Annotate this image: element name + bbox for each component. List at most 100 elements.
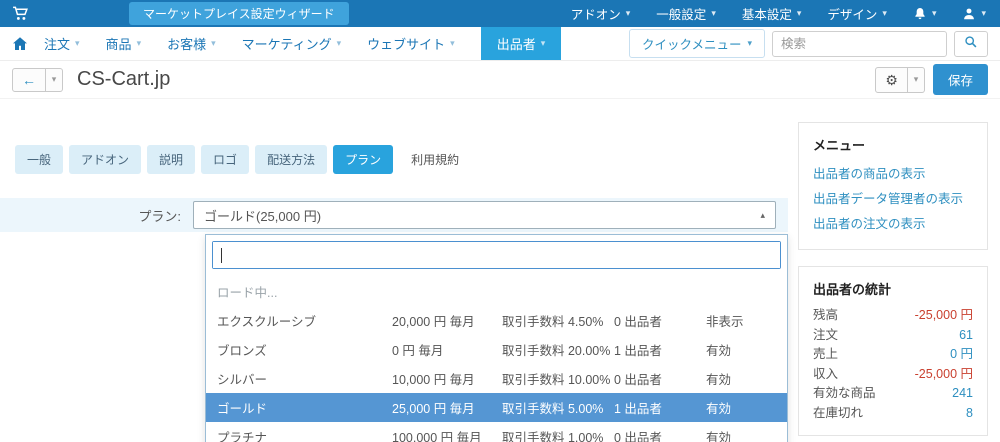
nav-vendors[interactable]: 出品者 ▾	[480, 27, 562, 60]
plan-status: 非表示	[706, 315, 744, 329]
chevron-down-icon: ▾	[136, 38, 142, 48]
quick-menu-label: クイックメニュー	[641, 38, 742, 52]
stat-label: 売上	[813, 347, 839, 361]
stat-value[interactable]: 61	[959, 326, 973, 346]
tab-terms[interactable]: 利用規約	[399, 145, 471, 174]
nav-orders[interactable]: 注文 ▾	[44, 27, 80, 60]
sidebar-stats-title: 出品者の統計	[813, 282, 892, 297]
tab-plan[interactable]: プラン	[333, 145, 394, 174]
plan-option-platinum[interactable]: プラチナ 100,000 円 毎月 取引手数料 1.00% 0 出品者 有効	[206, 422, 787, 442]
plan-vendors: 1 出品者	[614, 344, 662, 358]
topmenu-design[interactable]: デザイン ▾	[827, 4, 887, 23]
back-split-button: ← ▾	[12, 67, 63, 92]
chevron-down-icon: ▾	[981, 8, 986, 18]
tab-shipping-methods[interactable]: 配送方法	[255, 145, 328, 174]
search-input[interactable]	[772, 30, 947, 57]
sidebar: メニュー 出品者の商品の表示 出品者データ管理者の表示 出品者の注文の表示 出品…	[798, 99, 1000, 442]
plan-fee: 取引手数料 20.00%	[502, 344, 611, 358]
stat-row-orders: 注文 61	[813, 326, 973, 346]
plan-option-bronze[interactable]: ブロンズ 0 円 毎月 取引手数料 20.00% 1 出品者 有効	[206, 335, 787, 364]
plan-option-silver[interactable]: シルバー 10,000 円 毎月 取引手数料 10.00% 0 出品者 有効	[206, 364, 787, 393]
plan-form-row: プラン: ゴールド(25,000 円) ▴	[0, 198, 788, 232]
main-navbar: 注文 ▾ 商品 ▾ お客様 ▾ マーケティング ▾ ウェブサイト ▾ 出品者 ▾…	[0, 27, 1000, 61]
plan-filter-input[interactable]	[213, 242, 780, 268]
search-button[interactable]	[954, 30, 988, 57]
stat-label: 注文	[813, 327, 839, 342]
chevron-down-icon: ▾	[931, 8, 937, 18]
plan-price: 100,000 円 毎月	[392, 431, 482, 442]
stat-value: -25,000 円	[914, 308, 973, 322]
stat-row-out-of-stock: 在庫切れ 8	[813, 404, 973, 424]
tab-addons[interactable]: アドオン	[69, 145, 142, 174]
marketplace-wizard-button[interactable]: マーケットプレイス設定ウィザード	[129, 2, 349, 25]
nav-marketing[interactable]: マーケティング ▾	[242, 27, 342, 60]
cart-icon[interactable]	[12, 5, 29, 22]
account-menu[interactable]: ▾	[962, 7, 986, 21]
stat-value[interactable]: 241	[952, 384, 973, 404]
nav-orders-label: 注文	[44, 37, 71, 52]
stat-row-active-products: 有効な商品 241	[813, 384, 973, 404]
nav-products-label: 商品	[105, 37, 132, 52]
plan-fee: 取引手数料 5.00%	[502, 402, 604, 416]
gear-icon: ⚙	[885, 71, 898, 88]
plan-vendors: 0 出品者	[614, 315, 662, 329]
back-arrow-icon: ←	[22, 71, 36, 88]
stat-value[interactable]: 0 円	[950, 345, 973, 365]
chevron-down-icon: ▾	[711, 8, 716, 18]
back-dropdown-button[interactable]: ▾	[46, 67, 63, 92]
stat-row-balance: 残高 -25,000 円	[813, 306, 973, 326]
nav-vendors-label: 出品者	[496, 37, 536, 52]
nav-customers[interactable]: お客様 ▾	[167, 27, 216, 60]
plan-status: 有効	[706, 373, 732, 387]
nav-website[interactable]: ウェブサイト ▾	[367, 27, 455, 60]
nav-website-label: ウェブサイト	[367, 37, 446, 52]
plan-price: 0 円 毎月	[392, 344, 444, 358]
topmenu-basic-settings-label: 基本設定	[741, 8, 792, 22]
stat-value: -25,000 円	[914, 366, 973, 381]
link-vendor-admins[interactable]: 出品者データ管理者の表示	[813, 187, 973, 212]
nav-customers-label: お客様	[167, 37, 207, 52]
nav-products[interactable]: 商品 ▾	[106, 27, 142, 60]
save-button[interactable]: 保存	[932, 64, 988, 95]
chevron-down-icon: ▾	[625, 8, 631, 18]
link-vendor-products[interactable]: 出品者の商品の表示	[813, 162, 973, 187]
topmenu-general-settings[interactable]: 一般設定 ▾	[656, 4, 716, 23]
bell-icon	[913, 7, 927, 21]
topmenu-general-settings-label: 一般設定	[656, 8, 707, 22]
chevron-down-icon: ▾	[336, 38, 342, 48]
chevron-down-icon: ▾	[796, 8, 802, 18]
plan-status: 有効	[706, 344, 732, 358]
plan-dropdown: ロード中... エクスクルーシブ 20,000 円 毎月 取引手数料 4.50%…	[205, 234, 788, 442]
tab-general[interactable]: 一般	[15, 145, 64, 174]
chevron-down-icon: ▾	[540, 38, 546, 48]
content-area: 一般 アドオン 説明 ロゴ 配送方法 プラン 利用規約 プラン: ゴールド(25…	[0, 99, 1000, 442]
nav-home[interactable]	[12, 27, 28, 60]
settings-dropdown-button[interactable]: ▾	[907, 66, 925, 93]
topmenu-addons[interactable]: アドオン ▾	[571, 4, 631, 23]
topmenu-addons-label: アドオン	[570, 8, 621, 22]
chevron-down-icon: ▾	[882, 8, 887, 18]
page-header: ← ▾ CS-Cart.jp ⚙ ▾ 保存	[0, 61, 1000, 99]
page-title: CS-Cart.jp	[77, 68, 171, 90]
plan-select-value: ゴールド(25,000 円)	[204, 208, 322, 224]
settings-button[interactable]: ⚙	[875, 66, 908, 93]
notifications-menu[interactable]: ▾	[913, 7, 937, 21]
plan-fee: 取引手数料 10.00%	[502, 373, 611, 387]
plan-status: 有効	[706, 402, 732, 416]
plan-vendors: 0 出品者	[614, 373, 662, 387]
plan-option-exclusive[interactable]: エクスクルーシブ 20,000 円 毎月 取引手数料 4.50% 0 出品者 非…	[206, 306, 787, 335]
quick-menu-button[interactable]: クイックメニュー ▾	[628, 29, 765, 58]
plan-fee: 取引手数料 1.00%	[502, 431, 604, 442]
sidebar-menu-title: メニュー	[813, 138, 866, 153]
plan-price: 10,000 円 毎月	[392, 373, 475, 387]
tab-logo[interactable]: ロゴ	[201, 145, 250, 174]
link-vendor-orders[interactable]: 出品者の注文の表示	[813, 212, 973, 237]
plan-select[interactable]: ゴールド(25,000 円) ▴	[193, 201, 776, 229]
chevron-down-icon: ▾	[450, 38, 455, 48]
topmenu-basic-settings[interactable]: 基本設定 ▾	[742, 4, 802, 23]
back-button[interactable]: ←	[12, 67, 46, 92]
plan-option-gold[interactable]: ゴールド 25,000 円 毎月 取引手数料 5.00% 1 出品者 有効	[206, 393, 787, 422]
stat-value[interactable]: 8	[966, 404, 973, 424]
tab-description[interactable]: 説明	[147, 145, 196, 174]
stat-label: 収入	[813, 366, 839, 381]
